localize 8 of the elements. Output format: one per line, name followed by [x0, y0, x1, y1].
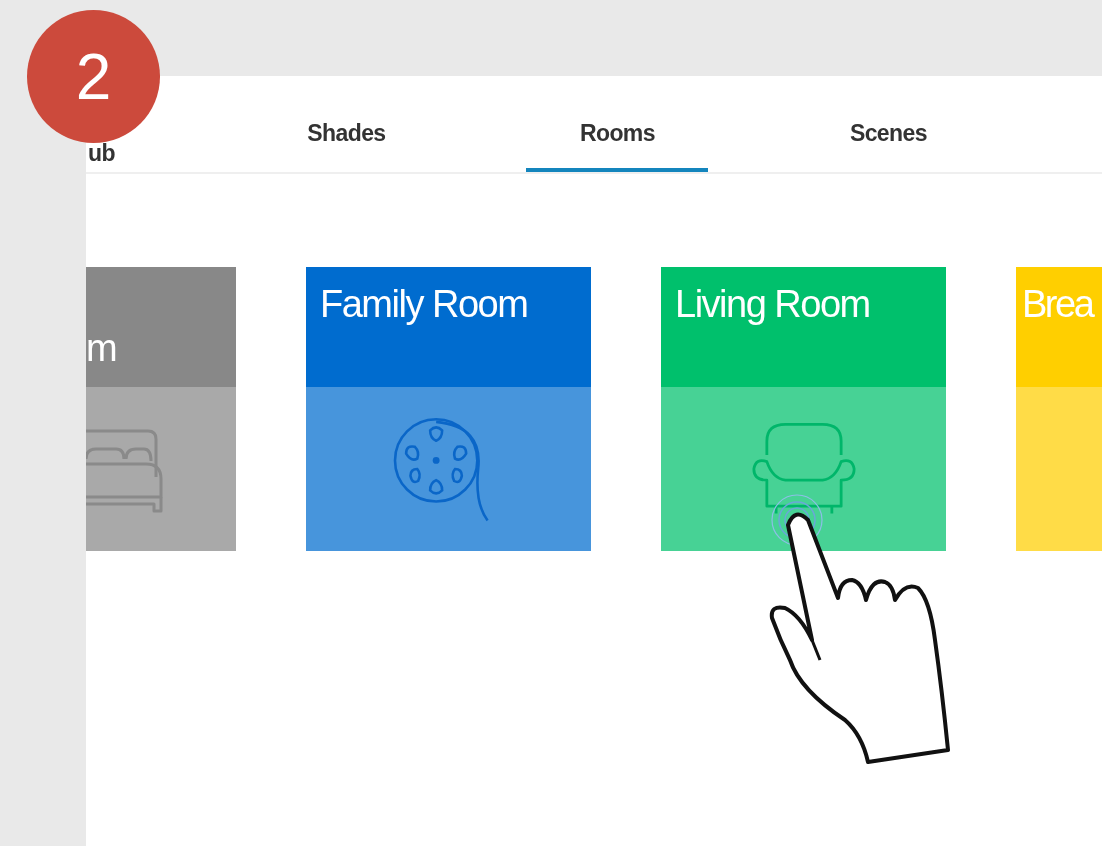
tab[interactable]: Rooms — [481, 76, 753, 172]
tab[interactable]: Shades — [210, 76, 482, 172]
room-name: m — [86, 327, 117, 369]
room-name: Brea — [1022, 283, 1093, 325]
tab[interactable]: Scenes — [752, 76, 1024, 172]
room-name: Living Room — [675, 283, 870, 325]
room-name: Family Room — [320, 283, 528, 325]
step-callout-tooltip: 2 — [27, 10, 160, 143]
